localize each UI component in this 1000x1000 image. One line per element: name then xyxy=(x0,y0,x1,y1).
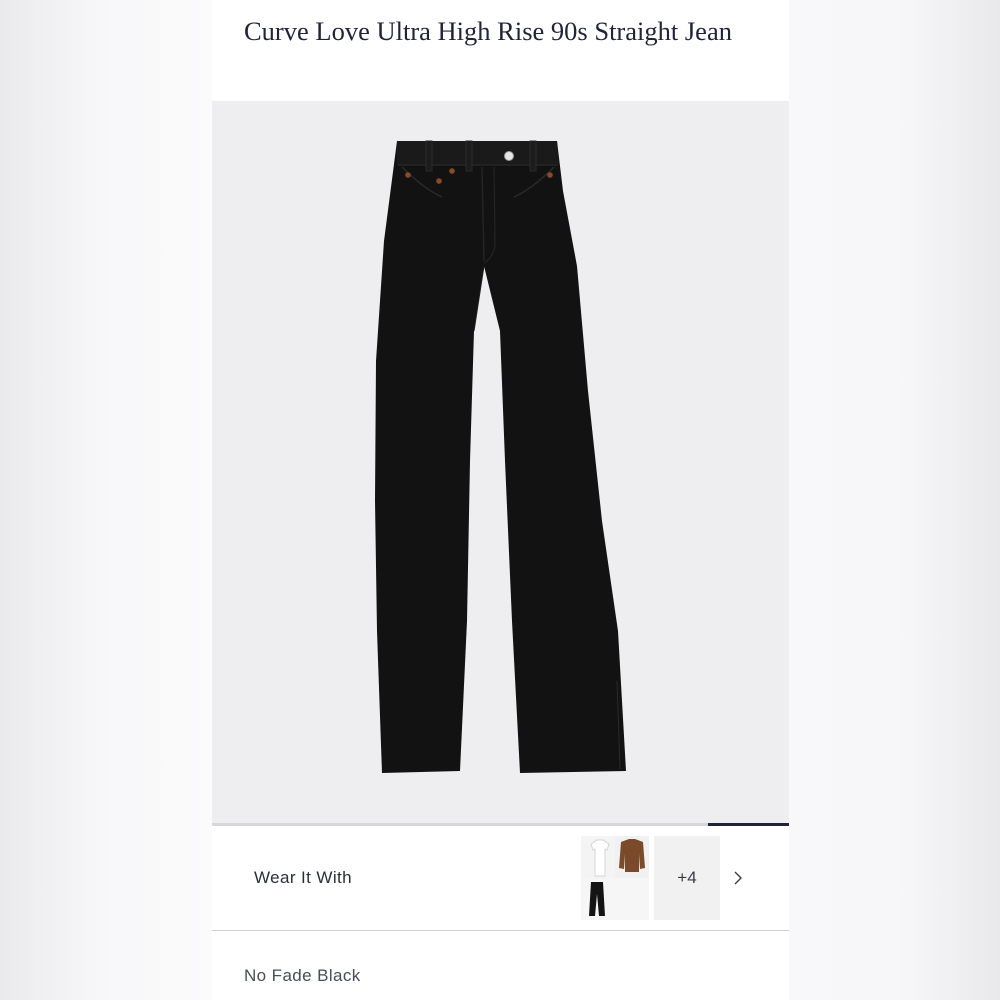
white-tee-icon xyxy=(590,839,610,877)
product-title: Curve Love Ultra High Rise 90s Straight … xyxy=(244,16,732,46)
outfit-thumbnail[interactable] xyxy=(581,836,649,920)
black-jeans-product-image xyxy=(375,140,626,773)
chevron-right-icon[interactable] xyxy=(730,870,746,886)
wear-it-with-row[interactable]: Wear It With +4 xyxy=(212,826,789,930)
waist-button xyxy=(504,151,514,161)
more-items-tile[interactable]: +4 xyxy=(654,836,720,920)
wear-it-with-label: Wear It With xyxy=(254,868,353,887)
jeans-body xyxy=(375,141,626,773)
color-name: No Fade Black xyxy=(244,966,361,985)
product-image-carousel[interactable] xyxy=(212,101,789,824)
section-divider xyxy=(212,930,789,931)
product-page: Curve Love Ultra High Rise 90s Straight … xyxy=(212,0,789,1000)
brown-jacket-icon xyxy=(619,839,645,872)
